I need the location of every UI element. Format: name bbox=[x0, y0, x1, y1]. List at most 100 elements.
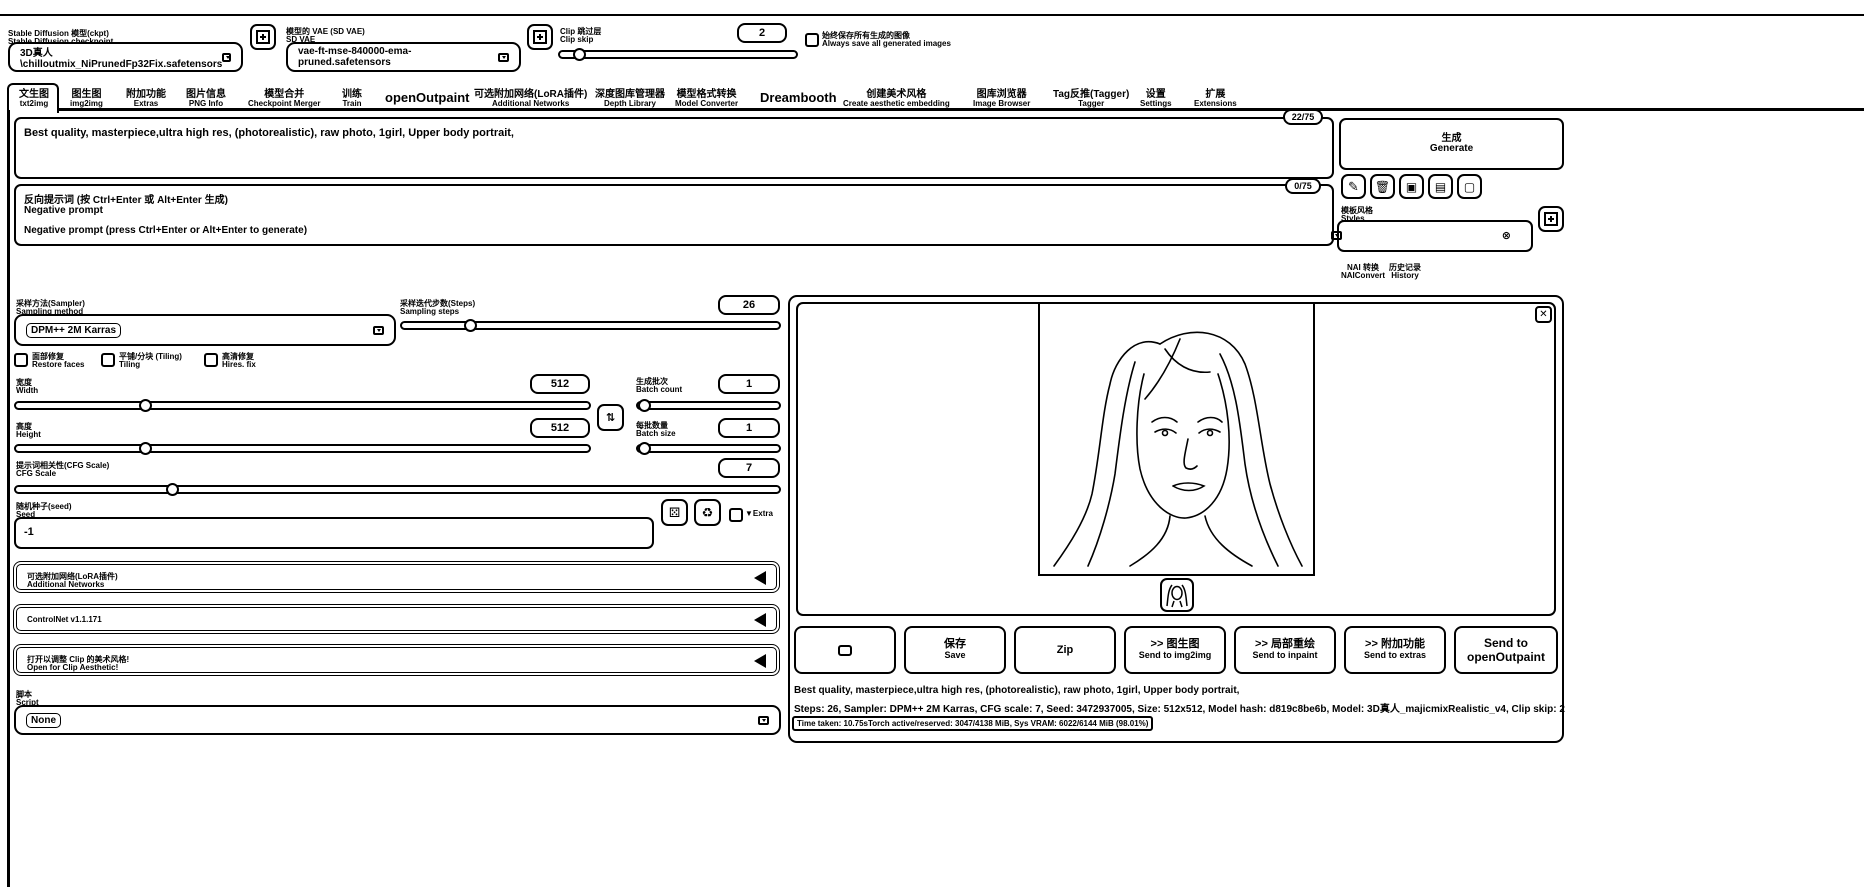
height-slider[interactable] bbox=[14, 442, 591, 455]
clip-skip-slider[interactable] bbox=[558, 48, 798, 61]
tab-txt2img[interactable]: 文生图 txt2img bbox=[12, 90, 56, 109]
extra-networks-button[interactable]: ▣ bbox=[1399, 174, 1424, 199]
slider-thumb[interactable] bbox=[573, 48, 587, 61]
image-thumbnail[interactable] bbox=[1160, 578, 1194, 612]
reuse-seed-button[interactable]: ♻ bbox=[694, 499, 721, 526]
panel-left-border bbox=[7, 110, 10, 887]
open-folder-button[interactable] bbox=[794, 626, 896, 674]
additional-networks-accordion[interactable]: 可选附加网络(LoRA插件) Additional Networks bbox=[13, 561, 780, 593]
collapse-arrow-icon bbox=[754, 613, 766, 627]
steps-slider[interactable] bbox=[400, 319, 781, 332]
style-save-button[interactable]: ▢ bbox=[1457, 174, 1482, 199]
tab-model-converter[interactable]: 模型格式转换 Model Converter bbox=[675, 90, 738, 109]
steps-label: 采样迭代步数(Steps) Sampling steps bbox=[400, 299, 476, 316]
batch-size-number[interactable]: 1 bbox=[718, 418, 780, 438]
checkpoint-dropdown[interactable]: 3D真人\chilloutmix_NiPrunedFp32Fix.safeten… bbox=[8, 42, 243, 72]
accordion-title: ControlNet v1.1.171 bbox=[27, 615, 102, 624]
vae-value: vae-ft-mse-840000-ema-pruned.safetensors bbox=[298, 46, 412, 68]
tab-tagger[interactable]: Tag反推(Tagger) Tagger bbox=[1053, 90, 1129, 109]
width-slider[interactable] bbox=[14, 399, 591, 412]
thumbnail-icon bbox=[1166, 584, 1188, 608]
save-button[interactable]: 保存 Save bbox=[904, 626, 1006, 674]
seed-input[interactable]: -1 bbox=[14, 517, 654, 549]
slider-thumb[interactable] bbox=[638, 399, 651, 412]
extra-seed-checkbox[interactable] bbox=[729, 508, 743, 522]
tab-train[interactable]: 训练 Train bbox=[342, 90, 362, 109]
sampler-dropdown[interactable]: DPM++ 2M Karras bbox=[14, 314, 396, 346]
send-to-inpaint-button[interactable]: >> 局部重绘 Send to inpaint bbox=[1234, 626, 1336, 674]
generation-info-time: Time taken: 10.75sTorch active/reserved:… bbox=[792, 716, 1154, 731]
history-button[interactable]: 历史记录 History bbox=[1389, 264, 1421, 280]
send-to-extras-button[interactable]: >> 附加功能 Send to extras bbox=[1344, 626, 1446, 674]
swap-dimensions-button[interactable]: ⇅ bbox=[597, 404, 624, 431]
tab-extensions[interactable]: 扩展 Extensions bbox=[1194, 90, 1237, 109]
nai-convert-button[interactable]: NAI 转换 NAIConvert bbox=[1341, 264, 1385, 280]
slider-thumb[interactable] bbox=[638, 442, 651, 455]
prompt-textarea[interactable]: Best quality, masterpiece,ultra high res… bbox=[14, 117, 1334, 179]
refresh-checkpoint-button[interactable] bbox=[250, 24, 276, 50]
random-seed-button[interactable]: ⚄ bbox=[661, 499, 688, 526]
refresh-icon bbox=[533, 30, 547, 44]
slider-thumb[interactable] bbox=[139, 442, 153, 455]
zip-button[interactable]: Zip bbox=[1014, 626, 1116, 674]
clipboard-icon: ▤ bbox=[1434, 179, 1447, 194]
cfg-label: 提示词相关性(CFG Scale) CFG Scale bbox=[16, 461, 110, 478]
tab-aesthetic-embedding[interactable]: 创建美术风格 Create aesthetic embedding bbox=[843, 90, 950, 109]
width-number[interactable]: 512 bbox=[530, 374, 590, 394]
hires-fix-checkbox[interactable] bbox=[204, 353, 218, 367]
tab-settings[interactable]: 设置 Settings bbox=[1140, 90, 1172, 109]
chevron-down-icon bbox=[1331, 231, 1342, 240]
clip-aesthetic-accordion[interactable]: 打开以调整 Clip 的美术风格! Open for Clip Aesthetic… bbox=[13, 644, 780, 676]
batch-size-slider[interactable] bbox=[636, 442, 781, 455]
cfg-number[interactable]: 7 bbox=[718, 458, 780, 478]
vae-dropdown[interactable]: vae-ft-mse-840000-ema-pruned.safetensors bbox=[286, 42, 521, 72]
style-apply-button[interactable]: ▤ bbox=[1428, 174, 1453, 199]
recycle-icon: ♻ bbox=[701, 504, 714, 520]
save-all-checkbox[interactable] bbox=[805, 33, 819, 47]
chevron-down-icon bbox=[222, 52, 231, 62]
tab-openoutpaint[interactable]: openOutpaint bbox=[385, 91, 470, 105]
batch-count-number[interactable]: 1 bbox=[718, 374, 780, 394]
refresh-icon bbox=[256, 30, 270, 44]
styles-dropdown[interactable]: ⊗ bbox=[1331, 220, 1533, 252]
generate-button[interactable]: 生成 Generate bbox=[1339, 118, 1564, 170]
restore-faces-checkbox[interactable] bbox=[14, 353, 28, 367]
close-icon: ✕ bbox=[1539, 309, 1548, 320]
negative-prompt-textarea[interactable]: 反向提示词 (按 Ctrl+Enter 或 Alt+Enter 生成) Nega… bbox=[14, 184, 1334, 246]
cfg-slider[interactable] bbox=[14, 483, 781, 496]
tab-checkpoint-merger[interactable]: 模型合并 Checkpoint Merger bbox=[248, 90, 320, 109]
clear-icon[interactable]: ⊗ bbox=[1502, 229, 1511, 242]
slider-thumb[interactable] bbox=[139, 399, 153, 412]
generated-image[interactable] bbox=[1038, 302, 1315, 576]
script-dropdown[interactable]: None bbox=[14, 705, 781, 735]
prompt-token-counter: 22/75 bbox=[1283, 109, 1323, 125]
controlnet-accordion[interactable]: ControlNet v1.1.171 bbox=[13, 604, 780, 634]
clip-skip-number[interactable]: 2 bbox=[737, 23, 787, 43]
save-all-label: 始终保存所有生成的图像 Always save all generated ima… bbox=[822, 31, 951, 48]
refresh-vae-button[interactable] bbox=[527, 24, 553, 50]
tab-png-info[interactable]: 图片信息 PNG Info bbox=[186, 90, 226, 109]
top-divider bbox=[0, 14, 1864, 16]
refresh-styles-button[interactable] bbox=[1538, 206, 1564, 232]
paste-params-button[interactable]: ✎ bbox=[1341, 174, 1366, 199]
tab-image-browser[interactable]: 图库浏览器 Image Browser bbox=[973, 90, 1030, 109]
tab-extras[interactable]: 附加功能 Extras bbox=[126, 90, 166, 109]
close-gallery-button[interactable]: ✕ bbox=[1535, 306, 1552, 323]
height-label: 高度 Height bbox=[16, 422, 41, 439]
tab-img2img[interactable]: 图生图 img2img bbox=[70, 90, 103, 109]
tiling-label: 平铺/分块 (Tiling) Tiling bbox=[119, 352, 182, 369]
slider-thumb[interactable] bbox=[463, 319, 477, 332]
send-to-openoutpaint-button[interactable]: Send to openOutpaint bbox=[1454, 626, 1558, 674]
batch-count-slider[interactable] bbox=[636, 399, 781, 412]
tab-dreambooth[interactable]: Dreambooth bbox=[760, 91, 837, 105]
slider-thumb[interactable] bbox=[166, 483, 179, 496]
tab-additional-networks[interactable]: 可选附加网络(LoRA插件) Additional Networks bbox=[474, 90, 587, 109]
clear-prompt-button[interactable]: 🗑 bbox=[1370, 174, 1395, 199]
tab-depth-library[interactable]: 深度图库管理器 Depth Library bbox=[595, 90, 665, 109]
send-to-img2img-button[interactable]: >> 图生图 Send to img2img bbox=[1124, 626, 1226, 674]
steps-number[interactable]: 26 bbox=[718, 295, 780, 315]
tiling-checkbox[interactable] bbox=[101, 353, 115, 367]
card-icon: ▣ bbox=[1405, 179, 1418, 194]
negative-placeholder-cn: 反向提示词 (按 Ctrl+Enter 或 Alt+Enter 生成) bbox=[24, 195, 228, 206]
height-number[interactable]: 512 bbox=[530, 418, 590, 438]
